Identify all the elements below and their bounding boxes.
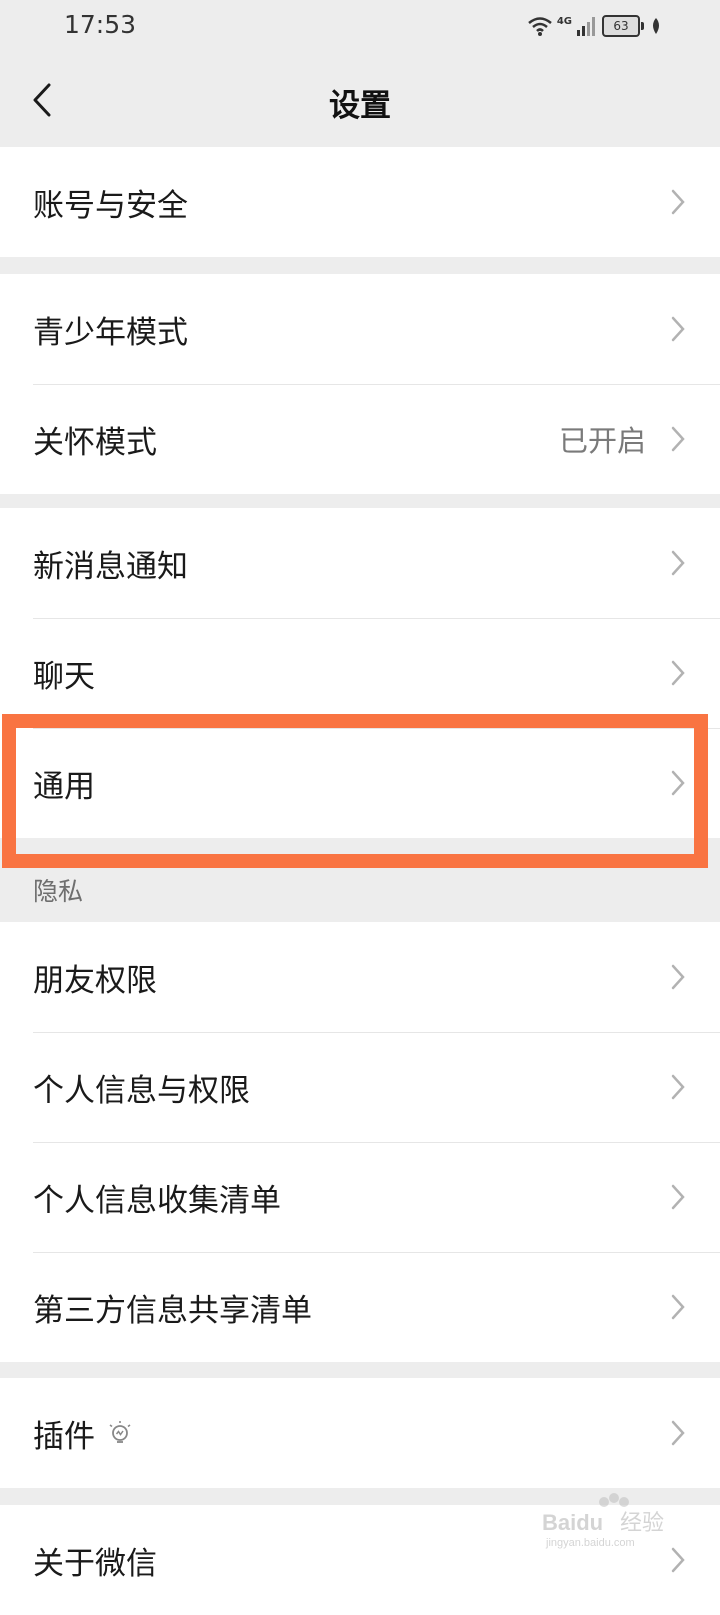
care-mode-status: 已开启 [558, 424, 646, 458]
settings-group-plugins: 插件 [0, 1378, 720, 1488]
settings-row-third-party-sharing[interactable]: 第三方信息共享清单 [0, 1252, 720, 1362]
chevron-right-icon [671, 1420, 685, 1446]
status-time: 17:53 [64, 10, 137, 39]
leaf-icon [653, 18, 659, 34]
chevron-right-icon [671, 1294, 685, 1320]
row-label: 新消息通知 [33, 548, 188, 585]
chevron-right-icon [671, 189, 685, 215]
chevron-right-icon [671, 1184, 685, 1210]
settings-row-notifications[interactable]: 新消息通知 [0, 508, 720, 618]
settings-group-modes: 青少年模式 关怀模式 已开启 [0, 274, 720, 494]
chevron-right-icon [671, 1547, 685, 1573]
plugins-label: 插件 [33, 1418, 95, 1455]
row-label: 账号与安全 [33, 187, 188, 224]
chevron-right-icon [671, 964, 685, 990]
chevron-right-icon [671, 1074, 685, 1100]
wifi-icon [528, 17, 552, 36]
lightbulb-icon [109, 1421, 131, 1443]
svg-text:Baidu: Baidu [542, 1510, 603, 1535]
chevron-right-icon [671, 770, 685, 796]
row-label: 插件 [33, 1411, 133, 1456]
row-label: 个人信息与权限 [33, 1072, 250, 1109]
settings-row-personal-info-collection[interactable]: 个人信息收集清单 [0, 1142, 720, 1252]
settings-row-friend-permissions[interactable]: 朋友权限 [0, 922, 720, 1032]
row-label: 通用 [33, 768, 95, 805]
section-header-privacy: 隐私 [33, 877, 84, 906]
settings-group-account: 账号与安全 [0, 147, 720, 257]
settings-group-general: 新消息通知 聊天 通用 [0, 508, 720, 838]
page-title: 设置 [329, 88, 391, 124]
status-icons: 4G 63 [527, 12, 662, 40]
chevron-right-icon [671, 316, 685, 342]
row-label: 青少年模式 [33, 314, 188, 351]
settings-row-chat[interactable]: 聊天 [0, 618, 720, 728]
signal-icon [577, 17, 595, 36]
chevron-right-icon [671, 660, 685, 686]
row-label: 关怀模式 [33, 424, 157, 461]
network-type-label: 4G [556, 15, 572, 27]
settings-row-plugins[interactable]: 插件 [0, 1378, 720, 1488]
settings-row-teen-mode[interactable]: 青少年模式 [0, 274, 720, 384]
settings-row-care-mode[interactable]: 关怀模式 已开启 [0, 384, 720, 494]
chevron-right-icon [671, 550, 685, 576]
settings-group-privacy: 朋友权限 个人信息与权限 个人信息收集清单 第三方信息共享清单 [0, 922, 720, 1362]
svg-text:jingyan.baidu.com: jingyan.baidu.com [545, 1537, 635, 1549]
row-label: 第三方信息共享清单 [33, 1292, 312, 1329]
row-label: 关于微信 [33, 1545, 157, 1582]
battery-icon: 63 [602, 15, 644, 37]
settings-row-account-security[interactable]: 账号与安全 [0, 147, 720, 257]
baidu-watermark-logo: Baidu 经验 jingyan.baidu.com [542, 1490, 682, 1550]
settings-row-personal-info-permissions[interactable]: 个人信息与权限 [0, 1032, 720, 1142]
settings-row-general[interactable]: 通用 [0, 728, 720, 838]
svg-text:经验: 经验 [620, 1511, 664, 1536]
row-label: 个人信息收集清单 [33, 1182, 281, 1219]
chevron-right-icon [671, 426, 685, 452]
row-label: 聊天 [33, 658, 95, 695]
row-label: 朋友权限 [33, 962, 157, 999]
status-bar: 17:53 4G 63 [0, 0, 720, 52]
nav-bar: 设置 [0, 52, 720, 147]
